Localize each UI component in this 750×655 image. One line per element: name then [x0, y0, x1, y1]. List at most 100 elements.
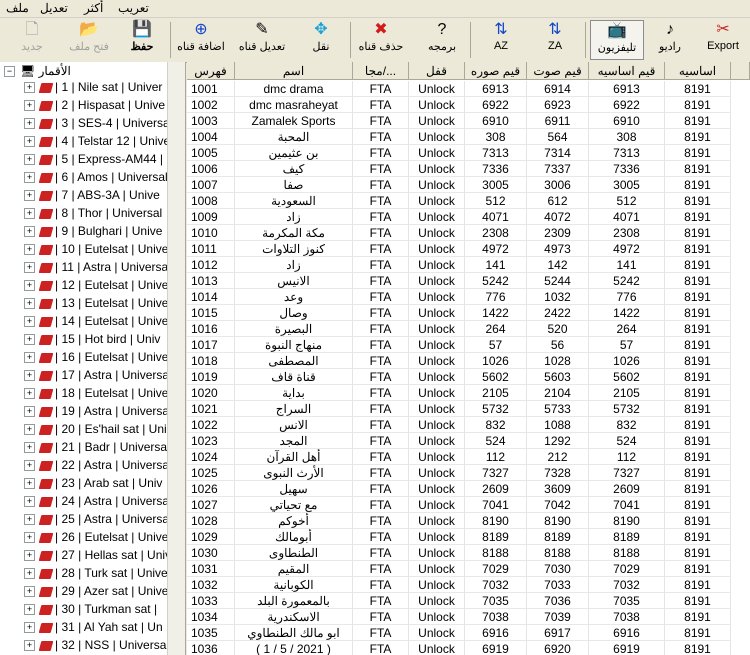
table-row[interactable]: 1016 البصيرة FTA Unlock 264 520 264 8191 [187, 321, 750, 337]
table-row[interactable]: 1014 وعد FTA Unlock 776 1032 776 8191 [187, 289, 750, 305]
tree-item-satellite[interactable]: + | 8 | Thor | Universal [24, 206, 167, 224]
expand-icon[interactable]: + [24, 640, 35, 652]
radio-button[interactable]: ♪ راديو [650, 20, 690, 60]
table-row[interactable]: 1010 مكة المكرمة FTA Unlock 2308 2309 2308 8191 [187, 225, 750, 241]
table-row[interactable]: 1029 أبومالك FTA Unlock 8189 8189 8189 8191 [187, 529, 750, 545]
tree-item-satellite[interactable]: + | 18 | Eutelsat | Unive [24, 386, 167, 404]
edit-channel-button[interactable]: ✎ تعديل قناه [234, 20, 290, 60]
sort-az-button[interactable]: ⇅ AZ [480, 20, 522, 60]
program-button[interactable]: ? برمجه [420, 20, 464, 60]
column-header[interactable]: اساسيه [665, 62, 731, 80]
expand-icon[interactable]: + [24, 568, 35, 580]
expand-icon[interactable]: + [24, 136, 35, 148]
expand-icon[interactable]: + [24, 172, 35, 184]
tree-item-satellite[interactable]: + | 26 | Eutelsat | Unive [24, 530, 167, 548]
table-row[interactable]: 1004 المحبة FTA Unlock 308 564 308 8191 [187, 129, 750, 145]
expand-icon[interactable]: + [24, 280, 35, 292]
table-row[interactable]: 1002 dmc masraheyat FTA Unlock 6922 6923 6922 8… [187, 97, 750, 113]
tree-item-satellite[interactable]: + | 16 | Eutelsat | Unive [24, 350, 167, 368]
collapse-icon[interactable]: − [4, 66, 15, 78]
table-row[interactable]: 1031 المقيم FTA Unlock 7029 7030 7029 8191 [187, 561, 750, 577]
table-row[interactable]: 1008 السعودية FTA Unlock 512 612 512 8191 [187, 193, 750, 209]
table-row[interactable]: 1006 كيف FTA Unlock 7336 7337 7336 8191 [187, 161, 750, 177]
save-button[interactable]: 💾 حفظ [122, 20, 162, 60]
tree-item-satellite[interactable]: + | 5 | Express-AM44 | [24, 152, 167, 170]
column-header[interactable]: مجا/... [353, 62, 409, 80]
tree-item-satellite[interactable]: + | 6 | Amos | Universal [24, 170, 167, 188]
table-row[interactable]: 1035 ابو مالك الطنطاوي FTA Unlock 6916 6917 69… [187, 625, 750, 641]
tree-item-satellite[interactable]: + | 27 | Hellas sat | Univ [24, 548, 167, 566]
tree-item-satellite[interactable]: + | 13 | Eutelsat | Unive [24, 296, 167, 314]
tree-item-satellite[interactable]: + | 3 | SES-4 | Universa [24, 116, 167, 134]
add-channel-button[interactable]: ⊕ اضافة قناه [174, 20, 228, 60]
menu-localize[interactable]: تعريب [118, 1, 149, 15]
menu-more[interactable]: أكثر [84, 1, 103, 15]
expand-icon[interactable]: + [24, 262, 35, 274]
table-row[interactable]: 1033 بالمعمورة البلد FTA Unlock 7035 7036 7035… [187, 593, 750, 609]
tree-item-satellite[interactable]: + | 2 | Hispasat | Unive [24, 98, 167, 116]
expand-icon[interactable]: + [24, 406, 35, 418]
tree-item-satellite[interactable]: + | 14 | Eutelsat | Unive [24, 314, 167, 332]
table-row[interactable]: 1021 السراج FTA Unlock 5732 5733 5732 8191 [187, 401, 750, 417]
table-row[interactable]: 1034 الاسكندرية FTA Unlock 7038 7039 7038 8191 [187, 609, 750, 625]
table-row[interactable]: 1032 الكوبانية FTA Unlock 7032 7033 7032 8191 [187, 577, 750, 593]
expand-icon[interactable]: + [24, 100, 35, 112]
sort-za-button[interactable]: ⇅ ZA [534, 20, 576, 60]
table-row[interactable]: 1019 قناة قاف FTA Unlock 5602 5603 5602 8191 [187, 369, 750, 385]
tree-item-satellite[interactable]: + | 15 | Hot bird | Univ [24, 332, 167, 350]
tree-item-satellite[interactable]: + | 19 | Astra | Universa [24, 404, 167, 422]
expand-icon[interactable]: + [24, 208, 35, 220]
expand-icon[interactable]: + [24, 352, 35, 364]
table-row[interactable]: 1013 الانيس FTA Unlock 5242 5244 5242 8191 [187, 273, 750, 289]
table-row[interactable]: 1023 المجد FTA Unlock 524 1292 524 8191 [187, 433, 750, 449]
table-row[interactable]: 1020 بداية FTA Unlock 2105 2104 2105 8191 [187, 385, 750, 401]
tree-item-satellite[interactable]: + | 11 | Astra | Universa [24, 260, 167, 278]
expand-icon[interactable]: + [24, 424, 35, 436]
expand-icon[interactable]: + [24, 316, 35, 328]
table-row[interactable]: 1036( 1 / 5 / 2021 ) FTA Unlock 6919 6920 691… [187, 641, 750, 655]
table-row[interactable]: 1015 وصال FTA Unlock 1422 2422 1422 8191 [187, 305, 750, 321]
table-row[interactable]: 1022 الانس FTA Unlock 832 1088 832 8191 [187, 417, 750, 433]
table-row[interactable]: 1027 مع تحياتي FTA Unlock 7041 7042 7041 8191 [187, 497, 750, 513]
expand-icon[interactable]: + [24, 442, 35, 454]
table-row[interactable]: 1030 الطنطاوى FTA Unlock 8188 8188 8188 8191 [187, 545, 750, 561]
table-row[interactable]: 1009 زاد FTA Unlock 4071 4072 4071 8191 [187, 209, 750, 225]
new-button[interactable]: 🗋 جديد [12, 20, 52, 60]
delete-channel-button[interactable]: ✖ حذف قناه [354, 20, 408, 60]
tree-item-satellite[interactable]: + | 10 | Eutelsat | Unive [24, 242, 167, 260]
expand-icon[interactable]: + [24, 190, 35, 202]
expand-icon[interactable]: + [24, 388, 35, 400]
expand-icon[interactable]: + [24, 478, 35, 490]
export-button[interactable]: ✂ Export [700, 20, 746, 60]
expand-icon[interactable]: + [24, 532, 35, 544]
column-header[interactable]: قفل [409, 62, 465, 80]
tree-item-satellite[interactable]: + | 24 | Astra | Universa [24, 494, 167, 512]
table-row[interactable]: 1005 بن عثيمين FTA Unlock 7313 7314 7313 8191 [187, 145, 750, 161]
column-header[interactable]: قيم صوت [527, 62, 589, 80]
table-row[interactable]: 1026 سهيل FTA Unlock 2609 3609 2609 8191 [187, 481, 750, 497]
tv-button[interactable]: 📺 تليفزيون [590, 20, 644, 60]
tree-item-satellite[interactable]: + | 23 | Arab sat | Univ [24, 476, 167, 494]
tree-item-satellite[interactable]: + | 1 | Nile sat | Univer [24, 80, 167, 98]
table-row[interactable]: 1028 أخوكم FTA Unlock 8190 8190 8190 8191 [187, 513, 750, 529]
tree-item-satellite[interactable]: + | 25 | Astra | Universa [24, 512, 167, 530]
expand-icon[interactable]: + [24, 244, 35, 256]
menu-edit[interactable]: تعديل [40, 1, 68, 15]
table-row[interactable]: 1001 dmc drama FTA Unlock 6913 6914 6913 8191 [187, 81, 750, 97]
expand-icon[interactable]: + [24, 226, 35, 238]
tree-item-satellite[interactable]: + | 22 | Astra | Universa [24, 458, 167, 476]
expand-icon[interactable]: + [24, 622, 35, 634]
tree-root[interactable]: − 🖥 الأقمار [4, 64, 71, 80]
menu-file[interactable]: ملف [6, 1, 29, 15]
expand-icon[interactable]: + [24, 550, 35, 562]
expand-icon[interactable]: + [24, 334, 35, 346]
tree-item-satellite[interactable]: + | 9 | Bulghari | Unive [24, 224, 167, 242]
expand-icon[interactable]: + [24, 604, 35, 616]
table-row[interactable]: 1024 أهل القرآن FTA Unlock 112 212 112 8191 [187, 449, 750, 465]
tree-item-satellite[interactable]: + | 4 | Telstar 12 | Unive [24, 134, 167, 152]
expand-icon[interactable]: + [24, 460, 35, 472]
move-button[interactable]: ✥ نقل [300, 20, 342, 60]
expand-icon[interactable]: + [24, 82, 35, 94]
tree-scrollbar[interactable] [167, 62, 185, 655]
tree-item-satellite[interactable]: + | 20 | Es'hail sat | Uni [24, 422, 167, 440]
